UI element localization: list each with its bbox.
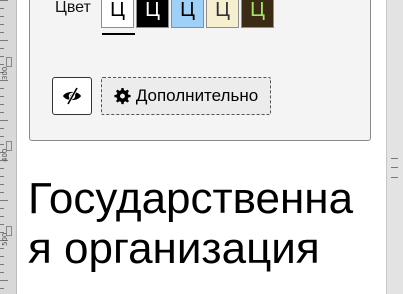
ruler-tick: [0, 88, 4, 89]
resize-grip-icon[interactable]: [391, 158, 398, 178]
color-swatch-black[interactable]: Ц: [136, 0, 169, 28]
ruler-tick: [0, 32, 4, 33]
color-swatch-white[interactable]: Ц: [101, 0, 134, 28]
ruler-tick: [0, 176, 4, 177]
ruler-tick: [0, 16, 4, 17]
ruler-tick: [0, 168, 4, 169]
ruler-tick: [0, 192, 4, 193]
ruler-tick: [0, 24, 4, 25]
ruler-tick: [0, 48, 4, 49]
gear-icon: [114, 87, 131, 104]
ruler-tick: [0, 128, 4, 129]
ruler-tick: [0, 96, 4, 97]
ruler-tick: [0, 184, 4, 185]
ruler-tick: [0, 256, 4, 257]
color-scheme-options: Ц Ц Ц Ц Ц: [101, 0, 276, 28]
organization-title: Государственная организация: [28, 174, 354, 273]
more-settings-label: Дополнительно: [135, 86, 259, 105]
more-settings-button[interactable]: Дополнительно: [101, 77, 271, 115]
color-swatch-beige[interactable]: Ц: [206, 0, 239, 28]
ruler-tick: [0, 0, 8, 1]
page-viewport: Цвет Ц Ц Ц Ц Ц Дополнительно Государстве…: [17, 0, 386, 294]
ruler-tick: [0, 64, 4, 65]
accessibility-settings-panel: Цвет Ц Ц Ц Ц Ц Дополнительно: [29, 0, 371, 141]
ruler-tick: [0, 224, 4, 225]
ruler-tick: [0, 80, 8, 81]
ruler-tick: [0, 208, 4, 209]
ruler-tick: [0, 104, 4, 105]
eye-slash-icon: [63, 87, 81, 105]
selected-swatch-indicator: [102, 33, 135, 35]
vertical-ruler: 300 400 500: [0, 0, 17, 294]
ruler-tick: [0, 248, 4, 249]
ruler-marker: [6, 226, 12, 236]
ruler-tick: [0, 272, 4, 273]
ruler-tick: [0, 280, 8, 281]
ruler-tick: [0, 40, 8, 41]
ruler-tick: [0, 288, 4, 289]
ruler-tick: [0, 264, 4, 265]
resize-handle-bar[interactable]: [386, 0, 403, 294]
ruler-tick: [0, 216, 4, 217]
ruler-label-300: 300: [1, 66, 9, 80]
ruler-tick: [0, 56, 4, 57]
ruler-marker: [6, 57, 12, 67]
ruler-marker: [6, 141, 12, 151]
ruler-tick: [0, 144, 4, 145]
ruler-tick: [0, 8, 4, 9]
hide-images-button[interactable]: [52, 77, 92, 115]
ruler-tick: [0, 136, 4, 137]
color-swatch-blue[interactable]: Ц: [171, 0, 204, 28]
ruler-tick: [0, 112, 4, 113]
color-label: Цвет: [55, 0, 91, 16]
ruler-tick: [0, 120, 8, 121]
ruler-tick: [0, 200, 8, 201]
color-swatch-brown[interactable]: Ц: [241, 0, 274, 28]
